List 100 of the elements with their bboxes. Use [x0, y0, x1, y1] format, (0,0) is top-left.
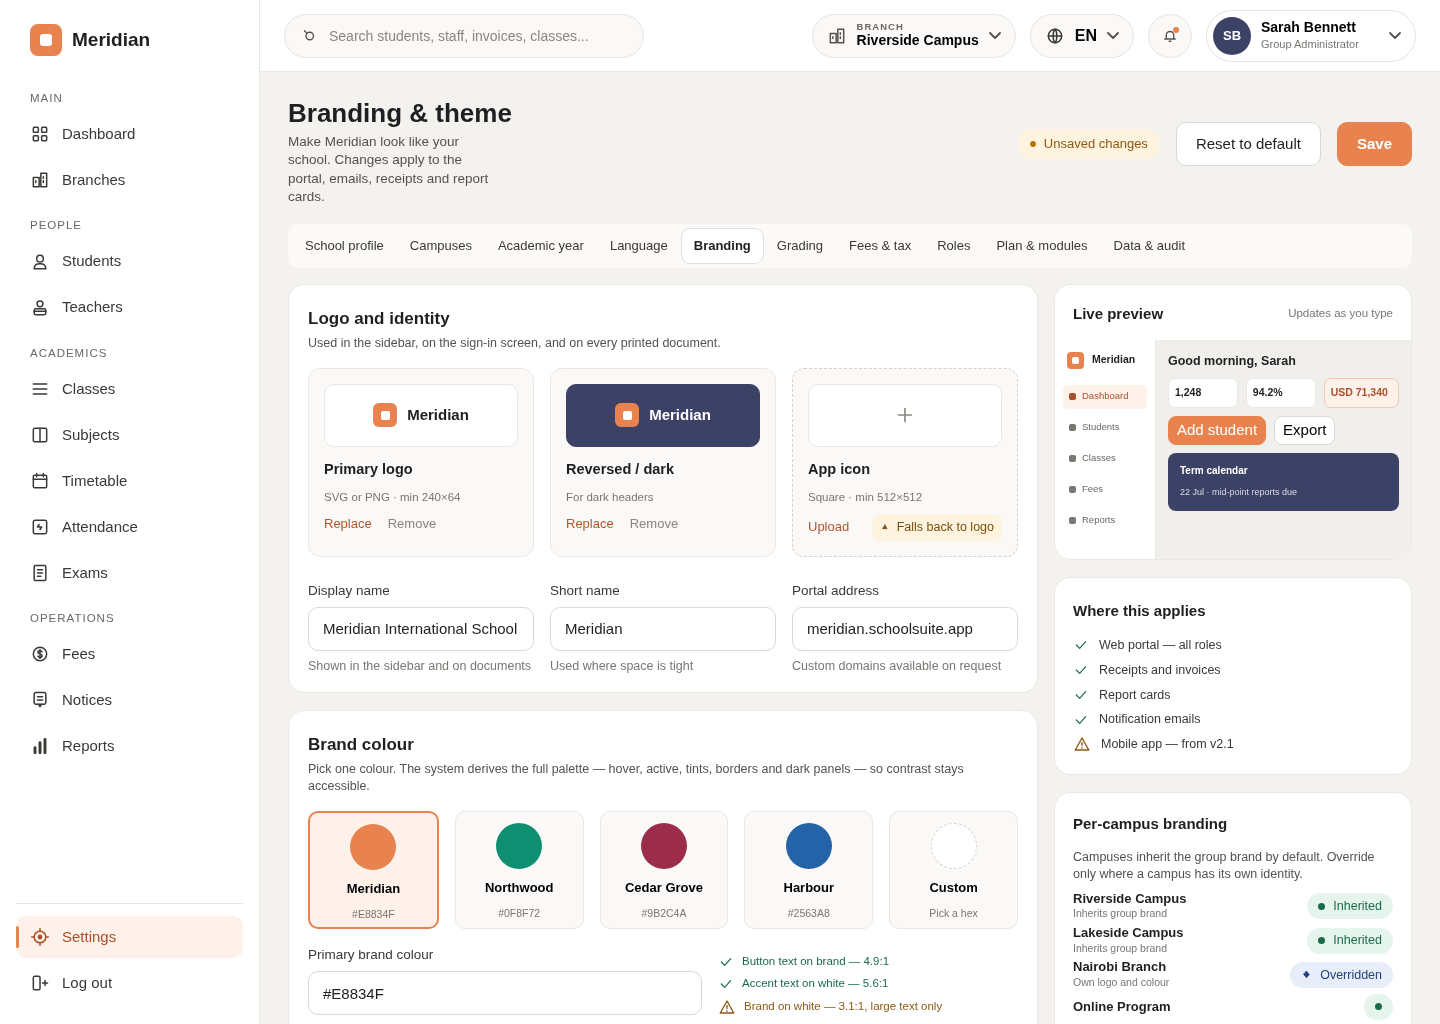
chevron-down-icon	[1107, 32, 1119, 39]
text-field[interactable]: Meridian International School	[308, 606, 534, 651]
logo-title: App icon	[808, 459, 872, 479]
tab[interactable]: Fees & tax	[837, 229, 924, 263]
colour-swatch[interactable]: Custom Pick a hex	[889, 811, 1018, 930]
link[interactable]: Replace	[566, 513, 614, 534]
colour-field[interactable]: #E8834F	[308, 971, 702, 1016]
brand-name: Meridian	[649, 405, 711, 426]
tab[interactable]: Roles	[925, 229, 983, 263]
sidebar-item[interactable]: Fees	[16, 633, 243, 675]
tab[interactable]: School profile	[293, 229, 396, 263]
user-role: Group Administrator	[1261, 36, 1360, 52]
swatch-hex: #2563A8	[787, 905, 830, 921]
sidebar-item[interactable]: Notices	[16, 679, 243, 721]
section-heading: ACADEMICS	[29, 345, 109, 361]
tab[interactable]: Branding	[681, 229, 763, 263]
calendar-icon	[30, 470, 50, 491]
link[interactable]: Upload	[808, 517, 850, 537]
swatch-name: Meridian	[346, 880, 401, 899]
colour-swatch[interactable]: Harbour #2563A8	[744, 811, 874, 930]
colour-swatch[interactable]: Northwood #0F8F72	[454, 811, 584, 930]
field-label: Short name	[550, 581, 621, 600]
user-name: Sarah Bennett	[1261, 18, 1357, 36]
logo-title: Reversed / dark	[566, 459, 675, 479]
section-heading: PEOPLE	[29, 218, 84, 234]
branch-selector[interactable]: BRANCH Riverside Campus	[811, 13, 1016, 58]
field-label: Portal address	[792, 581, 881, 600]
person-icon	[30, 297, 50, 318]
text-field[interactable]: meridian.schoolsuite.app	[792, 606, 1018, 651]
sidebar-item[interactable]: Timetable	[16, 459, 243, 502]
tab[interactable]: Grading	[764, 229, 836, 263]
logo-title: Primary logo	[324, 459, 414, 479]
language-selector[interactable]: EN	[1029, 13, 1134, 58]
sidebar-item[interactable]: Branches	[16, 159, 243, 202]
link[interactable]: Replace	[324, 513, 372, 534]
document-icon	[30, 562, 50, 583]
panel-subtitle: Pick one colour. The system derives the full palette — hover, active, tints, borders and dark panels — so contrast stays accessible.	[308, 761, 965, 796]
panel-title: Logo and identity	[308, 308, 451, 329]
tab[interactable]: Campuses	[397, 229, 484, 263]
logout-icon	[30, 973, 50, 993]
page-title: Branding & theme	[288, 98, 513, 130]
logo-requirements: Square · min 512×512	[808, 489, 924, 505]
tab[interactable]: Academic year	[485, 229, 596, 263]
user-menu[interactable]: SB Sarah Bennett Group Administrator	[1206, 9, 1416, 62]
tab[interactable]: Plan & modules	[984, 229, 1100, 263]
panel-title: Where this applies	[1073, 602, 1207, 621]
swatch-hex: #0F8F72	[498, 905, 541, 921]
status-tag: Inherited	[1307, 927, 1393, 954]
sidebar-item[interactable]: Classes	[16, 367, 243, 410]
branch-name: Riverside Campus	[856, 31, 979, 49]
status-tag: Overridden	[1290, 961, 1393, 988]
applies-text: Notification emails	[1099, 711, 1201, 729]
logo-icon	[615, 403, 640, 428]
colour-swatch[interactable]: Meridian #E8834F	[308, 811, 439, 930]
sidebar-item[interactable]: Dashboard	[16, 113, 243, 156]
logo-requirements: For dark headers	[566, 489, 655, 505]
panel-title: Live preview	[1073, 304, 1164, 323]
field-hint: Used where space is tight	[550, 657, 695, 675]
avatar: SB	[1213, 16, 1251, 55]
applies-text: Mobile app — from v2.1	[1101, 736, 1234, 754]
colour-swatch[interactable]: Cedar Grove #9B2C4A	[599, 811, 729, 930]
greeting: Good morning, Sarah	[1168, 352, 1297, 370]
brand-name: Meridian	[72, 27, 151, 52]
sidebar-item[interactable]: Subjects	[16, 413, 243, 456]
logo-icon	[373, 403, 398, 428]
check-text: Button text on brand — 4.9:1	[742, 954, 890, 970]
panel-title: Brand colour	[308, 735, 415, 756]
sidebar-item[interactable]: Teachers	[16, 286, 243, 329]
campus-note: Inherits group brand	[1073, 906, 1168, 922]
swatch-name: Cedar Grove	[624, 879, 703, 898]
sidebar-item[interactable]: Log out	[16, 962, 243, 1004]
preview-button[interactable]: Export	[1274, 416, 1336, 445]
field-hint: Custom domains available on request	[792, 657, 1003, 675]
sidebar-item[interactable]: Reports	[16, 725, 243, 767]
field-label: Primary brand colour	[308, 946, 435, 965]
notice-icon	[30, 690, 50, 710]
tab[interactable]: Language	[597, 229, 680, 263]
search-field[interactable]: Search students, staff, invoices, classes...	[284, 13, 644, 58]
link[interactable]: Remove	[629, 513, 679, 534]
text-field[interactable]: Meridian	[550, 606, 776, 651]
check-text: Accent text on white — 5.6:1	[742, 976, 889, 992]
swatch-hex: #9B2C4A	[641, 905, 687, 921]
applies-text: Report cards	[1099, 686, 1171, 704]
campus-note: Own logo and colour	[1073, 974, 1170, 990]
sidebar-item[interactable]: Attendance	[16, 505, 243, 548]
logo-icon	[30, 24, 62, 56]
swatch-hex: Pick a hex	[929, 905, 978, 921]
swatch-hex: #E8834F	[352, 906, 395, 922]
sidebar-item[interactable]: Exams	[16, 551, 243, 594]
swatch-name: Harbour	[783, 879, 835, 898]
link[interactable]: Remove	[387, 513, 437, 534]
panel-subtitle: Campuses inherit the group brand by default. Override only where a campus has its own identity.	[1073, 848, 1376, 883]
logo-requirements: SVG or PNG · min 240×64	[324, 489, 462, 505]
reset-button[interactable]: Reset to default	[1175, 122, 1321, 166]
sidebar-item[interactable]: Students	[16, 240, 243, 283]
swatch-name: Custom	[929, 879, 978, 898]
tab[interactable]: Data & audit	[1101, 229, 1198, 263]
sidebar-item[interactable]: Settings	[16, 916, 243, 958]
field-hint: Shown in the sidebar and on documents	[308, 657, 533, 675]
notifications-button[interactable]	[1148, 13, 1192, 58]
